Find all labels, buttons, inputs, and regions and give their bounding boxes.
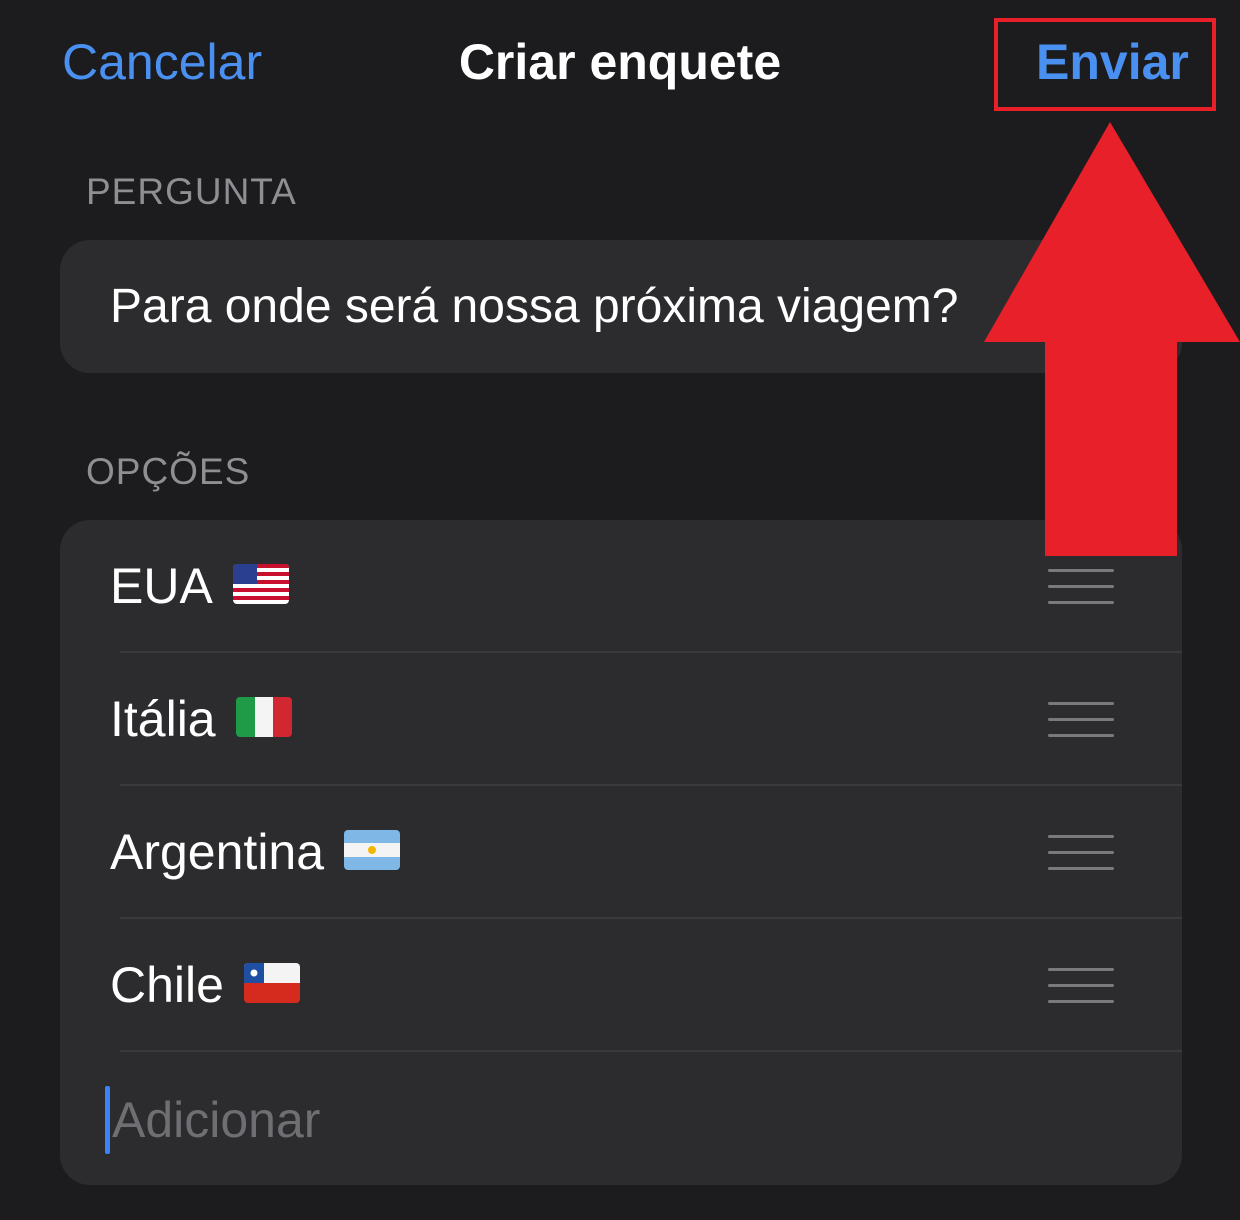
reorder-handle-icon[interactable] xyxy=(1048,835,1114,871)
option-label: Chile xyxy=(110,957,224,1013)
reorder-handle-icon[interactable] xyxy=(1048,569,1114,605)
chile-flag-icon xyxy=(243,962,300,1003)
option-label: EUA xyxy=(110,558,213,614)
option-field[interactable]: Chile xyxy=(110,919,300,1052)
reorder-handle-icon[interactable] xyxy=(1048,702,1114,738)
arrow-up-icon xyxy=(984,122,1240,556)
options-list: EUA Itália Argentina Chile Adicionar xyxy=(60,520,1182,1185)
question-field[interactable]: Para onde será nossa próxima viagem? xyxy=(110,240,958,373)
reorder-handle-icon[interactable] xyxy=(1048,968,1114,1004)
cancel-button[interactable]: Cancelar xyxy=(62,30,262,94)
add-option-row[interactable] xyxy=(60,1052,1182,1185)
add-option-input[interactable] xyxy=(108,1088,1012,1152)
text-cursor xyxy=(105,1086,110,1154)
create-poll-screen: Cancelar Criar enquete Enviar PERGUNTA P… xyxy=(0,0,1240,1220)
option-label: Argentina xyxy=(110,824,325,880)
question-section-label: PERGUNTA xyxy=(86,171,297,212)
argentina-flag-icon xyxy=(344,829,401,870)
option-field[interactable]: Argentina xyxy=(110,786,401,919)
send-highlight-box xyxy=(994,18,1216,111)
italy-flag-icon xyxy=(235,696,292,737)
option-label: Itália xyxy=(110,691,216,747)
option-row-argentina[interactable]: Argentina xyxy=(60,786,1182,919)
option-row-chile[interactable]: Chile xyxy=(60,919,1182,1052)
option-field[interactable]: Itália xyxy=(110,653,292,786)
option-row-italia[interactable]: Itália xyxy=(60,653,1182,786)
option-field[interactable]: EUA xyxy=(110,520,289,653)
us-flag-icon xyxy=(232,563,289,604)
options-section-label: OPÇÕES xyxy=(86,451,251,492)
